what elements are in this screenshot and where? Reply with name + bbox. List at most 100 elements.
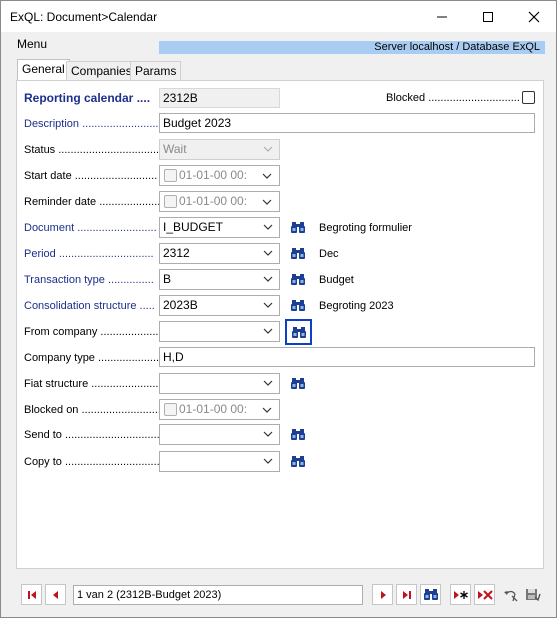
record-navigator: 1 van 2 (2312B-Budget 2023) xyxy=(16,584,546,608)
window-title: ExQL: Document>Calendar xyxy=(10,10,158,24)
reminder-date-checkbox[interactable] xyxy=(164,195,177,208)
start-date-picker[interactable]: 01-01-00 00:00 xyxy=(159,165,280,186)
binoculars-icon xyxy=(291,326,306,338)
tab-companies[interactable]: Companies xyxy=(66,61,137,81)
fiat-structure-select[interactable] xyxy=(159,373,280,394)
binoculars-icon xyxy=(291,378,305,389)
delete-record-icon xyxy=(477,589,493,600)
period-value: 2312 xyxy=(163,246,190,260)
document-lookup-button[interactable] xyxy=(287,217,309,238)
search-records-button[interactable] xyxy=(420,584,441,605)
from-company-select[interactable] xyxy=(159,321,280,342)
consolidation-structure-lookup-button[interactable] xyxy=(287,295,309,316)
transaction-type-label: Transaction type ............... xyxy=(24,274,154,286)
blocked-checkbox[interactable] xyxy=(522,91,535,104)
from-company-lookup-button[interactable] xyxy=(285,319,312,345)
chevron-down-icon xyxy=(263,431,273,437)
transaction-type-lookup-button[interactable] xyxy=(287,269,309,290)
new-record-button[interactable] xyxy=(450,584,471,605)
binoculars-icon xyxy=(423,589,438,600)
description-input[interactable]: Budget 2023 xyxy=(159,113,535,133)
tab-params[interactable]: Params xyxy=(130,61,182,81)
delete-record-button[interactable] xyxy=(474,584,495,605)
copy-to-select[interactable] xyxy=(159,451,280,472)
status-value: Wait xyxy=(163,142,187,156)
undo-button[interactable] xyxy=(500,584,521,605)
reminder-date-picker[interactable]: 01-01-00 00:00 xyxy=(159,191,280,212)
close-button[interactable] xyxy=(511,1,557,32)
server-info-bar: Server localhost / Database ExQL xyxy=(159,41,545,54)
previous-record-button[interactable] xyxy=(45,584,66,605)
binoculars-icon xyxy=(291,429,305,440)
reporting-calendar-label: Reporting calendar .... xyxy=(24,91,151,105)
start-date-value: 01-01-00 00:00 xyxy=(179,168,247,182)
fiat-structure-lookup-button[interactable] xyxy=(287,373,309,394)
blocked-label: Blocked .............................. xyxy=(386,92,520,104)
company-type-input[interactable]: H,D xyxy=(159,347,535,367)
minimize-button[interactable] xyxy=(419,1,465,32)
last-record-icon xyxy=(402,590,411,599)
status-select: Wait xyxy=(159,139,280,160)
chevron-down-icon xyxy=(263,380,273,386)
save-icon xyxy=(525,588,541,601)
company-type-label: Company type ..................... xyxy=(24,352,163,364)
undo-icon xyxy=(503,590,517,601)
binoculars-icon xyxy=(291,456,305,467)
minimize-icon xyxy=(437,16,447,17)
next-record-icon xyxy=(380,590,386,599)
chevron-down-icon xyxy=(263,250,273,256)
period-lookup-button[interactable] xyxy=(287,243,309,264)
record-position-field[interactable]: 1 van 2 (2312B-Budget 2023) xyxy=(73,585,363,605)
chevron-down-icon xyxy=(263,224,273,230)
menu-button[interactable]: Menu xyxy=(17,37,47,51)
close-icon xyxy=(528,11,540,22)
period-description: Dec xyxy=(319,248,339,260)
send-to-lookup-button[interactable] xyxy=(287,424,309,445)
last-record-button[interactable] xyxy=(396,584,417,605)
next-record-button[interactable] xyxy=(372,584,393,605)
document-value: I_BUDGET xyxy=(163,220,224,234)
binoculars-icon xyxy=(291,248,305,259)
document-description: Begroting formulier xyxy=(319,222,412,234)
period-select[interactable]: 2312 xyxy=(159,243,280,264)
blocked-on-picker[interactable]: 01-01-00 00:00 xyxy=(159,399,280,420)
reporting-calendar-field: 2312B xyxy=(159,88,280,108)
blocked-on-label: Blocked on .......................... xyxy=(24,404,161,416)
description-label: Description ......................... xyxy=(24,118,159,130)
start-date-checkbox[interactable] xyxy=(164,169,177,182)
consolidation-structure-select[interactable]: 2023B xyxy=(159,295,280,316)
blocked-on-checkbox[interactable] xyxy=(164,403,177,416)
chevron-down-icon xyxy=(263,302,273,308)
document-select[interactable]: I_BUDGET xyxy=(159,217,280,238)
transaction-type-select[interactable]: B xyxy=(159,269,280,290)
chevron-down-icon xyxy=(263,146,273,152)
consolidation-structure-value: 2023B xyxy=(163,298,198,312)
maximize-icon xyxy=(483,11,493,22)
send-to-label: Send to ............................... xyxy=(24,429,160,441)
status-label: Status .................................… xyxy=(24,144,163,156)
previous-record-icon xyxy=(52,590,58,599)
send-to-select[interactable] xyxy=(159,424,280,445)
save-button[interactable] xyxy=(522,584,543,605)
copy-to-lookup-button[interactable] xyxy=(287,451,309,472)
app-window: ExQL: Document>Calendar Menu Server loca… xyxy=(0,0,557,618)
from-company-label: From company .................... xyxy=(24,326,162,338)
title-bar: ExQL: Document>Calendar xyxy=(1,1,556,32)
copy-to-label: Copy to ............................... xyxy=(24,456,160,468)
consolidation-structure-description: Begroting 2023 xyxy=(319,300,394,312)
chevron-down-icon[interactable] xyxy=(261,169,273,183)
first-record-button[interactable] xyxy=(21,584,42,605)
document-label: Document .......................... xyxy=(24,222,157,234)
chevron-down-icon[interactable] xyxy=(261,403,273,417)
chevron-down-icon xyxy=(263,276,273,282)
tab-general[interactable]: General xyxy=(17,59,70,81)
consolidation-structure-label: Consolidation structure ..... xyxy=(24,300,155,312)
binoculars-icon xyxy=(291,222,305,233)
start-date-label: Start date ........................... xyxy=(24,170,158,182)
chevron-down-icon[interactable] xyxy=(261,195,273,209)
chevron-down-icon xyxy=(263,328,273,334)
period-label: Period ............................... xyxy=(24,248,154,260)
fiat-structure-label: Fiat structure ...................... xyxy=(24,378,159,390)
maximize-button[interactable] xyxy=(465,1,511,32)
reminder-date-label: Reminder date ..................... xyxy=(24,196,164,208)
